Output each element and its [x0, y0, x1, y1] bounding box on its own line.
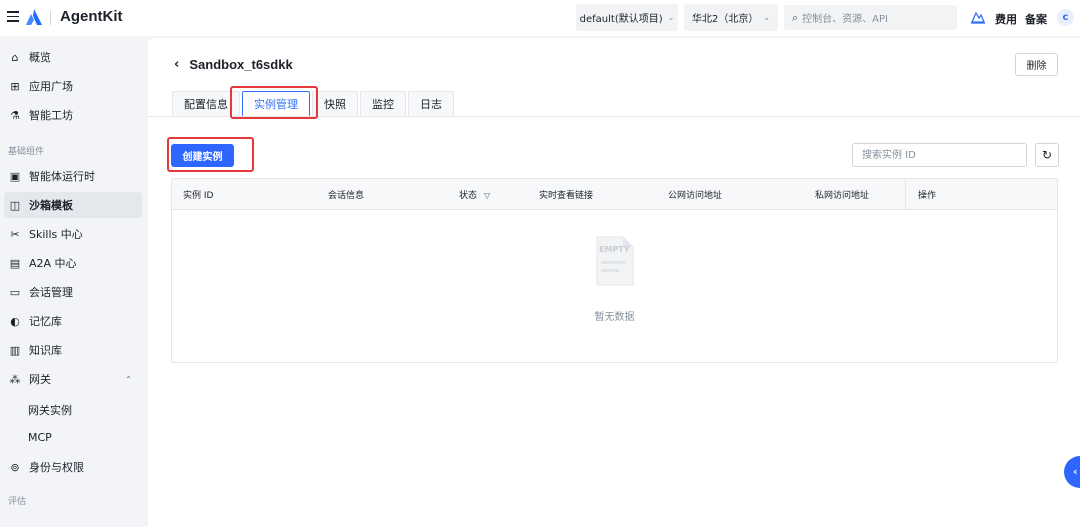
book-icon: ▥: [9, 343, 21, 357]
sidebar-item-label: 概览: [29, 51, 51, 64]
brand-name[interactable]: AgentKit: [60, 8, 123, 25]
global-search-placeholder: 控制台、资源、API: [802, 14, 888, 25]
sidebar-item-memory[interactable]: ◐ 记忆库: [4, 308, 142, 334]
sidebar-item-workshop[interactable]: ⚗ 智能工坊: [4, 102, 142, 128]
sidebar-item-label: 知识库: [29, 344, 62, 357]
highlight-box-tab: [230, 86, 318, 119]
sidebar-item-identity[interactable]: ⊚ 身份与权限: [4, 454, 142, 480]
avatar[interactable]: c: [1057, 9, 1074, 26]
empty-document-icon: EMPTY: [596, 236, 634, 286]
filing-link[interactable]: 备案: [1025, 11, 1047, 27]
gateway-icon: ⁂: [9, 372, 21, 386]
chat-icon: ▭: [9, 285, 21, 299]
delete-button[interactable]: 删除: [1015, 53, 1058, 76]
project-select-label: default(默认项目): [579, 14, 663, 25]
cost-link[interactable]: 费用: [995, 11, 1017, 27]
sidebar-item-gateway[interactable]: ⁂ 网关 ⌃: [4, 366, 142, 392]
sidebar-item-app-square[interactable]: ⊞ 应用广场: [4, 73, 142, 99]
sidebar-item-label: 记忆库: [29, 315, 62, 328]
main-panel: ‹ Sandbox_t6sdkk 删除 配置信息 实例管理 快照 监控 日志 创…: [148, 38, 1080, 527]
sidebar-subitem-gateway-instance[interactable]: 网关实例: [28, 402, 72, 418]
empty-state: EMPTY 暂无数据: [172, 210, 1057, 362]
sidebar-item-overview[interactable]: ⌂ 概览: [4, 44, 142, 70]
tab-logs[interactable]: 日志: [408, 91, 454, 116]
sidebar-item-label: A2A 中心: [29, 257, 77, 270]
column-separator: [905, 179, 906, 210]
table-header: 实例 ID 会话信息 状态 ▽ 实时查看链接 公网访问地址 私网访问地址 操作: [172, 179, 1057, 210]
sidebar-item-label: 应用广场: [29, 80, 73, 93]
refresh-icon[interactable]: ↻: [1035, 143, 1059, 167]
agentkit-logo-icon: [26, 9, 42, 25]
region-select-label: 华北2（北京）: [691, 14, 759, 25]
instance-table: 实例 ID 会话信息 状态 ▽ 实时查看链接 公网访问地址 私网访问地址 操作 E…: [171, 178, 1058, 363]
column-instance-id: 实例 ID: [183, 191, 214, 201]
runtime-icon: ▣: [9, 169, 21, 183]
tools-icon: ✂: [10, 227, 20, 241]
fingerprint-icon: ⊚: [10, 460, 20, 474]
empty-state-text: 暂无数据: [594, 312, 635, 323]
page-header: ‹ Sandbox_t6sdkk: [174, 57, 293, 72]
chevron-down-icon: ⌄: [667, 13, 675, 22]
sidebar-item-label: 网关: [29, 373, 51, 386]
cost-icon[interactable]: [970, 9, 986, 25]
search-icon: ⌕: [792, 10, 799, 24]
sidebar-item-a2a[interactable]: ▤ A2A 中心: [4, 250, 142, 276]
top-bar: AgentKit default(默认项目) ⌄ 华北2（北京） ⌄ ⌕ 控制台…: [0, 0, 1080, 36]
column-status-label: 状态: [459, 191, 478, 201]
chat-icon: ‹: [1073, 465, 1078, 478]
region-select[interactable]: 华北2（北京） ⌄: [684, 4, 778, 31]
sidebar-item-knowledge[interactable]: ▥ 知识库: [4, 337, 142, 363]
instance-search-input[interactable]: [852, 143, 1027, 167]
chevron-up-icon[interactable]: ⌃: [125, 375, 132, 384]
column-live-link: 实时查看链接: [539, 191, 594, 201]
sidebar-item-label: Skills 中心: [29, 228, 83, 241]
menu-icon[interactable]: [7, 11, 19, 23]
sidebar-item-label: 智能工坊: [29, 109, 73, 122]
sidebar-item-label: 身份与权限: [29, 461, 84, 474]
sidebar-item-session[interactable]: ▭ 会话管理: [4, 279, 142, 305]
column-public-address: 公网访问地址: [668, 191, 723, 201]
column-session-info: 会话信息: [328, 191, 365, 201]
flask-icon: ⚗: [10, 108, 20, 122]
page-title: Sandbox_t6sdkk: [189, 57, 293, 72]
sidebar-item-label: 会话管理: [29, 286, 73, 299]
column-actions: 操作: [918, 191, 937, 201]
brand-divider: [50, 11, 51, 25]
column-status: 状态 ▽: [459, 188, 490, 201]
empty-image-text: EMPTY: [599, 245, 630, 254]
sidebar: ⌂ 概览 ⊞ 应用广场 ⚗ 智能工坊 基础组件 ▣ 智能体运行时 ◫ 沙箱模板 …: [0, 36, 146, 527]
tab-monitor[interactable]: 监控: [360, 91, 406, 116]
sidebar-group-label: 基础组件: [8, 147, 45, 157]
column-private-address: 私网访问地址: [815, 191, 870, 201]
grid-icon: ⊞: [10, 79, 20, 93]
project-select[interactable]: default(默认项目) ⌄: [576, 4, 678, 31]
sidebar-item-label: 沙箱模板: [29, 199, 73, 212]
sidebar-item-sandbox-template[interactable]: ◫ 沙箱模板: [4, 192, 142, 218]
sidebar-item-skills[interactable]: ✂ Skills 中心: [4, 221, 142, 247]
sandbox-icon: ◫: [9, 198, 21, 212]
highlight-box-create: [167, 137, 254, 172]
home-icon: ⌂: [11, 50, 19, 64]
sidebar-item-agent-runtime[interactable]: ▣ 智能体运行时: [4, 163, 142, 189]
sidebar-group-label-eval: 评估: [8, 497, 27, 507]
document-icon: ▤: [9, 256, 21, 270]
tab-snapshot[interactable]: 快照: [312, 91, 358, 116]
filter-icon[interactable]: ▽: [484, 191, 490, 200]
sidebar-subitem-mcp[interactable]: MCP: [28, 431, 52, 444]
sidebar-item-label: 智能体运行时: [29, 170, 95, 183]
chevron-down-icon: ⌄: [763, 13, 771, 22]
back-arrow-icon[interactable]: ‹: [174, 57, 179, 72]
memory-icon: ◐: [10, 314, 20, 328]
global-search-input[interactable]: ⌕ 控制台、资源、API: [784, 5, 957, 30]
